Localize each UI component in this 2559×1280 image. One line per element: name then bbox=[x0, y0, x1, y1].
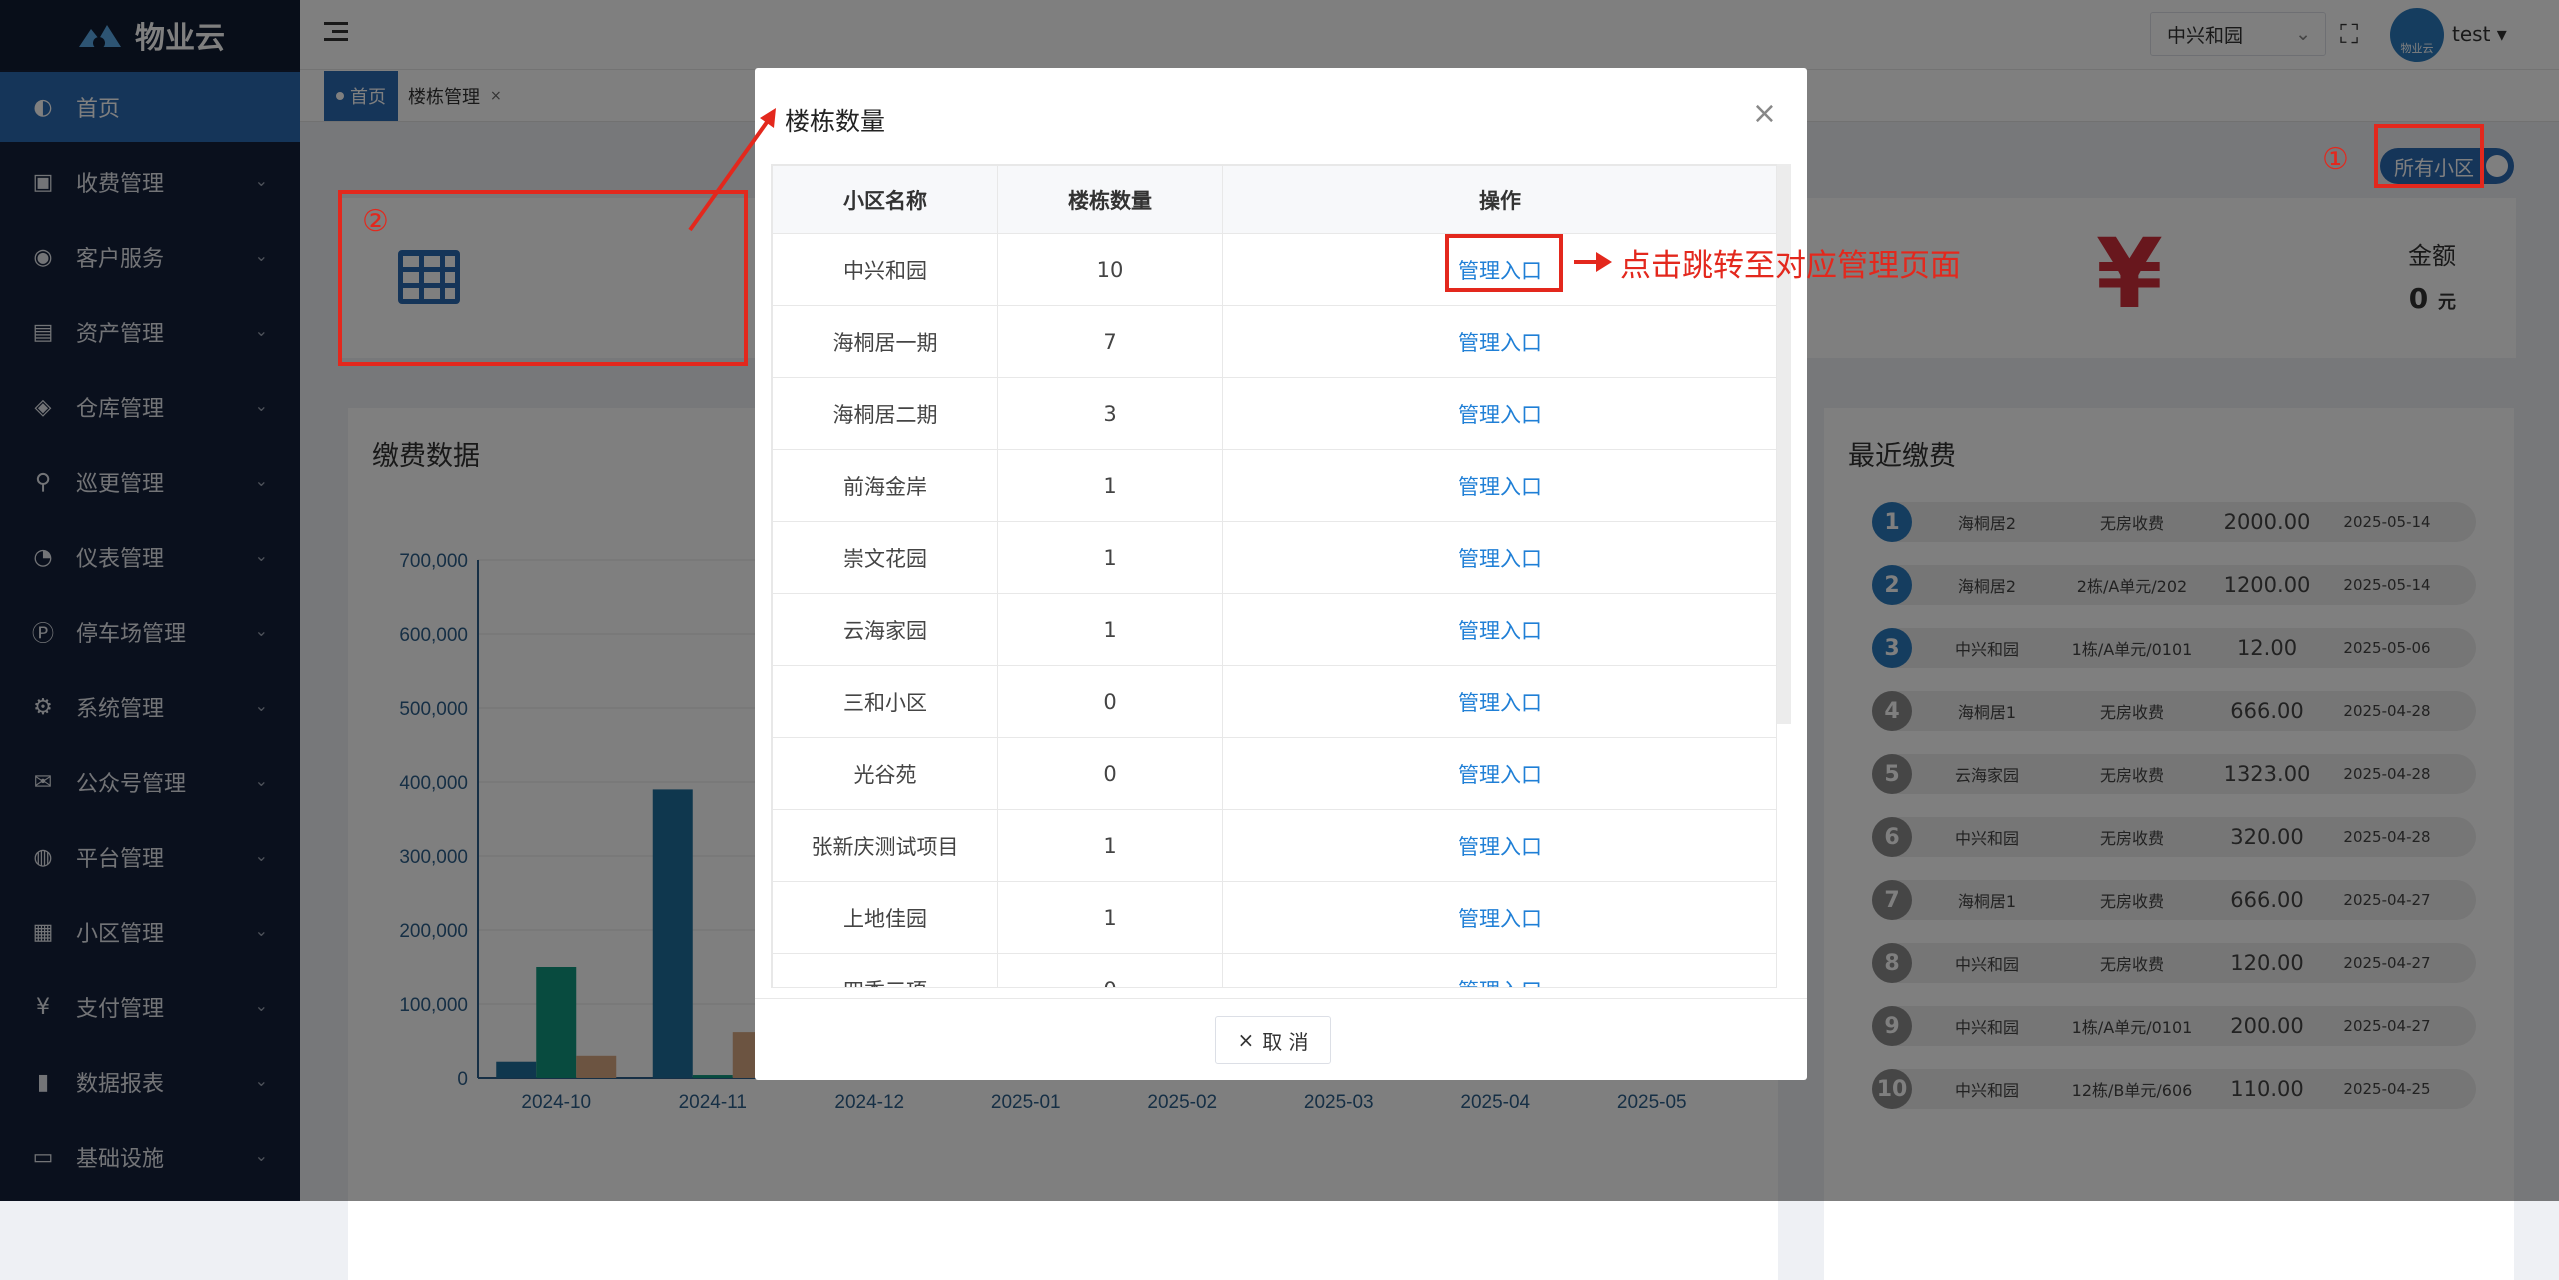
dialog-divider bbox=[755, 998, 1807, 999]
manage-entry-link[interactable]: 管理入口 bbox=[1458, 475, 1542, 499]
cell-building-count: 1 bbox=[997, 449, 1223, 522]
cell-building-count: 1 bbox=[997, 593, 1223, 666]
cell-operation: 管理入口 bbox=[1222, 521, 1776, 594]
cell-building-count: 7 bbox=[997, 305, 1223, 378]
cell-building-count: 3 bbox=[997, 377, 1223, 450]
cell-community-name: 崇文花园 bbox=[772, 521, 998, 594]
table-row: 海桐居一期 7 管理入口 bbox=[772, 305, 1776, 378]
cell-building-count: 10 bbox=[997, 233, 1223, 306]
manage-entry-link[interactable]: 管理入口 bbox=[1458, 331, 1542, 355]
cell-building-count: 1 bbox=[997, 809, 1223, 882]
annotation-note: 点击跳转至对应管理页面 bbox=[1620, 248, 1961, 284]
cell-community-name: 海桐居一期 bbox=[772, 305, 998, 378]
cancel-label: 取 消 bbox=[1262, 1029, 1309, 1054]
cell-operation: 管理入口 bbox=[1222, 665, 1776, 738]
table-row: 前海金岸 1 管理入口 bbox=[772, 449, 1776, 522]
annotation-box-toggle bbox=[2374, 124, 2484, 188]
cell-operation: 管理入口 bbox=[1222, 809, 1776, 882]
cancel-x-icon: × bbox=[1237, 1028, 1255, 1052]
annotation-marker-2: ② bbox=[362, 204, 389, 239]
table-row: 崇文花园 1 管理入口 bbox=[772, 521, 1776, 594]
manage-entry-link[interactable]: 管理入口 bbox=[1458, 691, 1542, 715]
cell-operation: 管理入口 bbox=[1222, 953, 1776, 988]
cell-operation: 管理入口 bbox=[1222, 449, 1776, 522]
manage-entry-link[interactable]: 管理入口 bbox=[1458, 403, 1542, 427]
manage-entry-link[interactable]: 管理入口 bbox=[1458, 619, 1542, 643]
table-row: 三和小区 0 管理入口 bbox=[772, 665, 1776, 738]
building-table: 小区名称 楼栋数量 操作 中兴和园 10 管理入口 海桐居一期 7 管理入口 海桐居二期 3 管… bbox=[772, 165, 1776, 988]
close-icon[interactable]: × bbox=[1752, 96, 1777, 131]
cell-building-count: 0 bbox=[997, 665, 1223, 738]
building-count-dialog: 楼栋数量 × 小区名称 楼栋数量 操作 中兴和园 10 管理入口 海桐居一期 7 管理入口… bbox=[755, 68, 1807, 1080]
table-row: 张新庆测试项目 1 管理入口 bbox=[772, 809, 1776, 882]
cell-operation: 管理入口 bbox=[1222, 377, 1776, 450]
cell-operation: 管理入口 bbox=[1222, 305, 1776, 378]
cell-operation: 管理入口 bbox=[1222, 881, 1776, 954]
cell-building-count: 1 bbox=[997, 521, 1223, 594]
table-row: 四季三项0 管理入口 bbox=[772, 953, 1776, 988]
annotation-marker-1: ① bbox=[2322, 142, 2349, 177]
cell-building-count: 0 bbox=[997, 737, 1223, 810]
cell-building-count: 1 bbox=[997, 881, 1223, 954]
cell-community-name: 三和小区 bbox=[772, 665, 998, 738]
cell-community-name: 光谷苑 bbox=[772, 737, 998, 810]
manage-entry-link[interactable]: 管理入口 bbox=[1458, 835, 1542, 859]
building-table-wrap: 小区名称 楼栋数量 操作 中兴和园 10 管理入口 海桐居一期 7 管理入口 海桐居二期 3 管… bbox=[771, 164, 1777, 988]
table-row: 光谷苑 0 管理入口 bbox=[772, 737, 1776, 810]
cell-community-name: 中兴和园 bbox=[772, 233, 998, 306]
table-row: 云海家园 1 管理入口 bbox=[772, 593, 1776, 666]
col-building-count: 楼栋数量 bbox=[997, 165, 1223, 234]
cell-community-name: 前海金岸 bbox=[772, 449, 998, 522]
dialog-title: 楼栋数量 bbox=[785, 107, 886, 136]
manage-entry-link[interactable]: 管理入口 bbox=[1458, 979, 1542, 988]
cell-community-name: 上地佳园 bbox=[772, 881, 998, 954]
cell-community-name: 海桐居二期 bbox=[772, 377, 998, 450]
table-row: 上地佳园 1 管理入口 bbox=[772, 881, 1776, 954]
manage-entry-link[interactable]: 管理入口 bbox=[1458, 547, 1542, 571]
manage-entry-link[interactable]: 管理入口 bbox=[1458, 907, 1542, 931]
cell-community-name: 张新庆测试项目 bbox=[772, 809, 998, 882]
manage-entry-link[interactable]: 管理入口 bbox=[1458, 763, 1542, 787]
table-row: 海桐居二期 3 管理入口 bbox=[772, 377, 1776, 450]
annotation-box-card bbox=[338, 190, 748, 366]
cell-operation: 管理入口 bbox=[1222, 593, 1776, 666]
cell-community-name: 四季三项 bbox=[772, 953, 998, 987]
cell-operation: 管理入口 bbox=[1222, 737, 1776, 810]
annotation-box-manage-link bbox=[1445, 234, 1563, 292]
cancel-button[interactable]: × 取 消 bbox=[1215, 1016, 1331, 1064]
col-operation: 操作 bbox=[1222, 165, 1776, 234]
cell-community-name: 云海家园 bbox=[772, 593, 998, 666]
col-community-name: 小区名称 bbox=[772, 165, 998, 234]
cell-building-count: 0 bbox=[997, 953, 1223, 987]
